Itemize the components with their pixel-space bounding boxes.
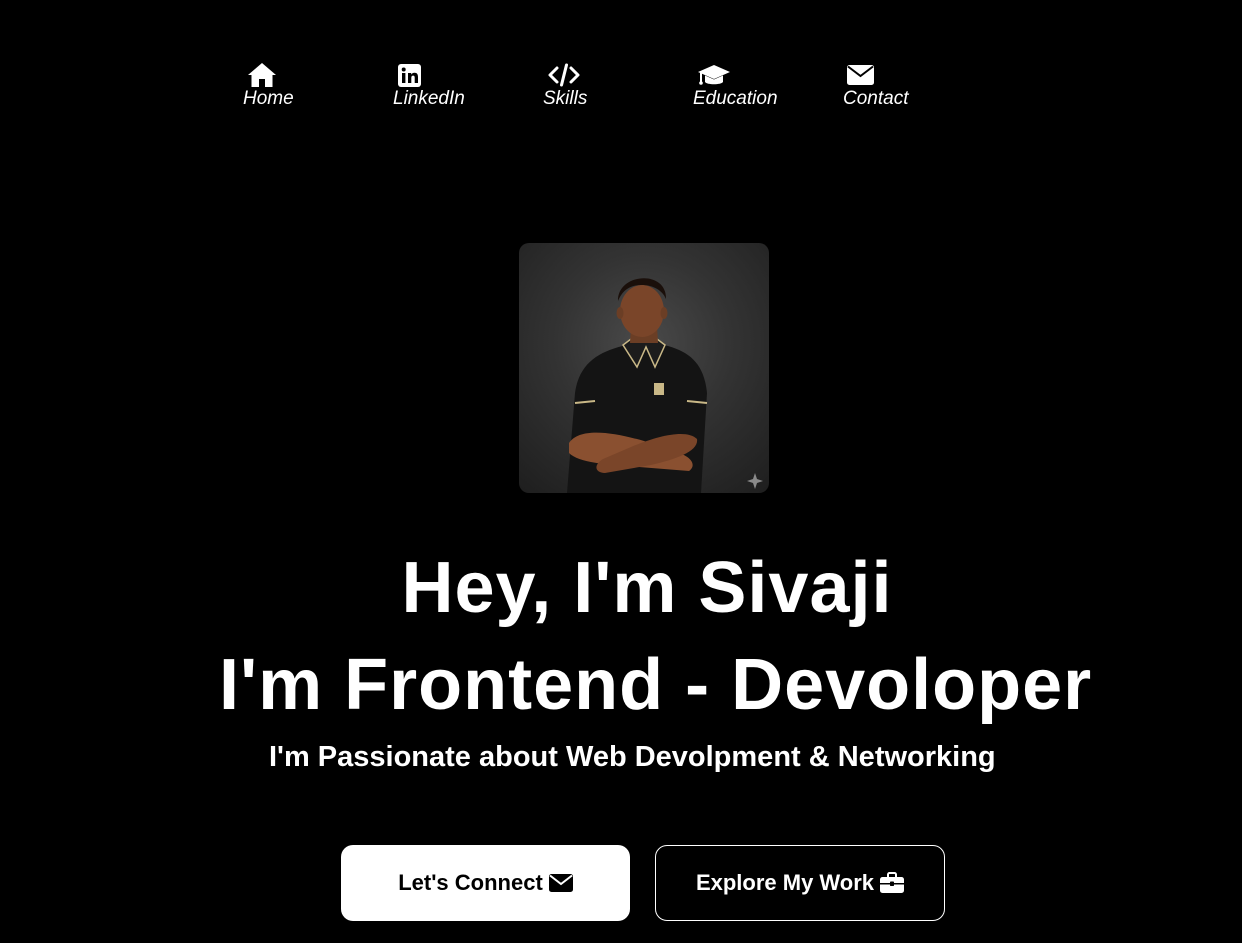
hero-heading-greeting: Hey, I'm Sivaji [401,548,893,628]
briefcase-icon [880,872,905,894]
explore-my-work-label: Explore My Work [695,870,875,895]
nav-item-contact[interactable]: Contact [843,62,908,111]
nav-item-education[interactable]: Education [693,62,778,111]
lets-connect-button[interactable]: Let's Connect [341,845,630,921]
linkedin-icon [398,62,421,88]
nav-label-contact: Contact [843,88,909,109]
explore-my-work-button[interactable]: Explore My Work [655,845,945,921]
hero-heading-role: I'm Frontend - Devoloper [219,645,1093,725]
lets-connect-label: Let's Connect [398,870,543,895]
nav-label-education: Education [693,88,778,109]
hero-tagline: I'm Passionate about Web Devolpment & Ne… [269,741,996,773]
nav-item-home[interactable]: Home [243,62,294,111]
portfolio-page: Home LinkedIn Skills Education Contact H… [0,0,1242,943]
nav-label-home: Home [243,88,294,109]
nav-label-linkedin: LinkedIn [393,88,465,109]
nav-item-linkedin[interactable]: LinkedIn [393,62,465,111]
profile-photo [519,243,769,493]
envelope-icon [847,62,874,88]
nav-item-skills[interactable]: Skills [543,62,587,111]
code-icon [547,62,581,88]
graduation-cap-icon [697,62,731,88]
home-icon [247,62,277,88]
envelope-icon [548,874,573,892]
nav-label-skills: Skills [543,88,588,109]
